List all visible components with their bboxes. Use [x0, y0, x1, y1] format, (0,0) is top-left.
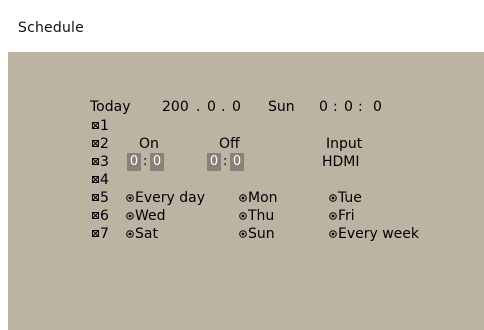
today-day: 0 [232, 99, 241, 115]
repeat-option-every-week[interactable]: Every week [338, 226, 419, 242]
title-bar: Schedule [8, 10, 484, 52]
row-number: 5 [100, 190, 109, 206]
today-hour: 0 [319, 99, 328, 115]
today-date-separator: . [221, 99, 226, 115]
repeat-option-tue[interactable]: Tue [338, 190, 362, 206]
today-second: 0 [373, 99, 382, 115]
off-time-colon: : [223, 154, 228, 169]
row-number: 1 [100, 118, 109, 134]
row-number: 3 [100, 154, 109, 170]
repeat-option-sat[interactable]: Sat [135, 226, 158, 242]
today-time-colon: : [333, 99, 338, 115]
on-time-colon: : [143, 154, 148, 169]
on-minute-field[interactable]: 0 [150, 153, 164, 171]
schedule-screen: Schedule Today 200 . 0 . 0 Sun 0 : 0 : 0… [0, 0, 484, 330]
row-number: 7 [100, 226, 109, 242]
today-minute: 0 [344, 99, 353, 115]
today-weekday: Sun [268, 99, 295, 115]
off-hour-field[interactable]: 0 [207, 153, 221, 171]
repeat-option-every-day[interactable]: Every day [135, 190, 205, 206]
input-header: Input [326, 136, 363, 152]
today-month: 0 [207, 99, 216, 115]
schedule-panel: Today 200 . 0 . 0 Sun 0 : 0 : 0 1 2 On O… [8, 52, 484, 330]
on-hour-field[interactable]: 0 [127, 153, 141, 171]
repeat-option-mon[interactable]: Mon [248, 190, 278, 206]
today-year: 200 [162, 99, 189, 115]
on-header: On [139, 136, 159, 152]
off-minute-field[interactable]: 0 [230, 153, 244, 171]
today-time-colon: : [358, 99, 363, 115]
row-number: 4 [100, 172, 109, 188]
today-date-separator: . [196, 99, 201, 115]
row-number: 6 [100, 208, 109, 224]
repeat-option-wed[interactable]: Wed [135, 208, 166, 224]
repeat-option-sun[interactable]: Sun [248, 226, 275, 242]
window-title: Schedule [18, 20, 84, 36]
input-source-value[interactable]: HDMI [322, 154, 360, 170]
repeat-option-fri[interactable]: Fri [338, 208, 355, 224]
row-number: 2 [100, 136, 109, 152]
today-label: Today [90, 99, 131, 115]
repeat-option-thu[interactable]: Thu [248, 208, 274, 224]
off-header: Off [219, 136, 240, 152]
